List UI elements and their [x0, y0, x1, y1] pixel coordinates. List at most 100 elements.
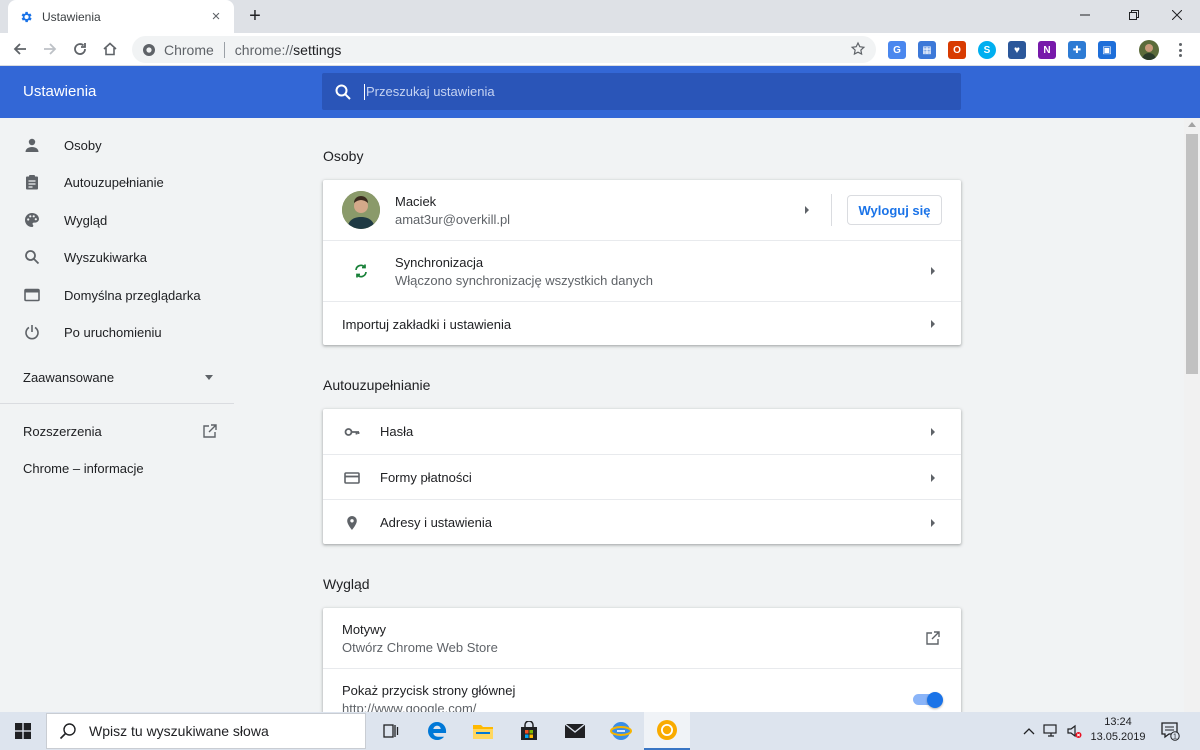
taskbar-search-box[interactable]: Wpisz tu wyszukiwane słowa	[46, 713, 366, 749]
sidebar-advanced-toggle[interactable]: Zaawansowane	[0, 360, 234, 394]
url-path: settings	[293, 41, 342, 58]
payments-row[interactable]: Formy płatności	[323, 454, 961, 499]
notification-count: 1	[1173, 734, 1177, 741]
site-name: Chrome	[164, 41, 214, 58]
web-clip-extension-icon[interactable]: ✚	[1068, 41, 1086, 59]
browser-tab-settings[interactable]: Ustawienia ×	[8, 0, 234, 33]
mail-icon[interactable]	[552, 712, 598, 750]
import-label: Importuj zakładki i ustawienia	[342, 317, 512, 332]
more-menu-icon[interactable]	[1172, 41, 1188, 59]
sync-row[interactable]: Synchronizacja Włączono synchronizację w…	[323, 240, 961, 301]
passwords-label: Hasła	[380, 424, 414, 439]
chevron-up-icon[interactable]	[1021, 723, 1037, 739]
sidebar-item-on-startup[interactable]: Po uruchomieniu	[0, 315, 234, 349]
new-tab-button[interactable]: +	[244, 5, 266, 27]
calendar-extension-icon[interactable]: ▦	[918, 41, 936, 59]
search-icon	[23, 248, 41, 266]
settings-search[interactable]	[322, 73, 961, 110]
forward-arrow-icon[interactable]	[38, 37, 62, 61]
grid-extension-icon[interactable]: ▣	[1098, 41, 1116, 59]
chrome-canary-icon[interactable]	[644, 712, 690, 750]
import-row[interactable]: Importuj zakładki i ustawienia	[323, 301, 961, 345]
credit-card-icon	[343, 469, 361, 487]
key-icon	[343, 423, 361, 441]
chevron-right-icon	[931, 474, 935, 482]
close-tab-icon[interactable]: ×	[208, 8, 224, 25]
search-icon	[59, 722, 77, 740]
search-icon	[334, 83, 352, 101]
volume-muted-icon[interactable]	[1066, 723, 1082, 739]
home-icon[interactable]	[98, 37, 122, 61]
pocket-extension-icon[interactable]: ♥	[1008, 41, 1026, 59]
sidebar-extensions-link[interactable]: Rozszerzenia	[23, 424, 102, 439]
home-button-toggle[interactable]	[913, 692, 943, 708]
home-button-url: http://www.google.com/	[342, 701, 477, 712]
home-button-title: Pokaż przycisk strony głównej	[342, 683, 516, 698]
addresses-label: Adresy i ustawienia	[380, 515, 492, 530]
passwords-row[interactable]: Hasła	[323, 409, 961, 454]
onenote-extension-icon[interactable]: N	[1038, 41, 1056, 59]
settings-main: Osoby Maciek amat3ur@overkill.pl Wyloguj…	[234, 118, 1184, 712]
sidebar-item-label: Osoby	[64, 137, 102, 153]
scrollbar-thumb[interactable]	[1186, 134, 1198, 374]
windows-start-button[interactable]	[0, 712, 46, 750]
scroll-up-arrow-icon[interactable]	[1188, 122, 1196, 127]
sidebar-item-label: Wygląd	[64, 212, 108, 228]
home-button-row: Pokaż przycisk strony głównej http://www…	[323, 668, 961, 712]
sidebar-item-search-engine[interactable]: Wyszukiwarka	[0, 240, 234, 274]
addresses-row[interactable]: Adresy i ustawienia	[323, 499, 961, 544]
bookmark-star-icon[interactable]	[850, 41, 866, 57]
chevron-right-icon[interactable]	[805, 206, 809, 214]
appearance-card: Motywy Otwórz Chrome Web Store Pokaż prz…	[323, 608, 961, 712]
autofill-card: Hasła Formy płatności Adresy i ustawieni…	[323, 409, 961, 544]
profile-avatar[interactable]	[1139, 40, 1159, 60]
sidebar-item-label: Po uruchomieniu	[64, 324, 162, 340]
sidebar-item-default-browser[interactable]: Domyślna przeglądarka	[0, 278, 234, 312]
file-explorer-icon[interactable]	[460, 712, 506, 750]
themes-row[interactable]: Motywy Otwórz Chrome Web Store	[323, 608, 961, 668]
minimize-button[interactable]	[1062, 0, 1108, 30]
back-arrow-icon[interactable]	[8, 37, 32, 61]
sidebar-divider	[0, 403, 234, 404]
advanced-label: Zaawansowane	[23, 370, 115, 385]
vertical-scrollbar[interactable]	[1184, 118, 1200, 712]
chevron-right-icon	[931, 320, 935, 328]
sync-subtitle: Włączono synchronizację wszystkich danyc…	[395, 273, 653, 288]
reload-icon[interactable]	[68, 37, 92, 61]
settings-header: Ustawienia	[0, 66, 1200, 118]
sidebar-item-autofill[interactable]: Autouzupełnianie	[0, 165, 234, 199]
restore-button[interactable]	[1111, 0, 1157, 30]
settings-search-input[interactable]	[366, 84, 926, 99]
network-icon[interactable]	[1043, 723, 1059, 739]
clock-time: 13:24	[1104, 716, 1132, 728]
close-window-button[interactable]	[1154, 0, 1200, 30]
sync-title: Synchronizacja	[395, 255, 484, 270]
notification-center-icon[interactable]: 1	[1160, 721, 1180, 741]
microsoft-store-icon[interactable]	[506, 712, 552, 750]
address-bar[interactable]: Chrome chrome://settings	[132, 36, 876, 63]
chevron-down-icon	[205, 375, 213, 380]
account-row[interactable]: Maciek amat3ur@overkill.pl Wyloguj się	[323, 180, 961, 240]
task-view-icon[interactable]	[368, 712, 414, 750]
browser-window-icon	[23, 286, 41, 304]
chevron-right-icon	[931, 519, 935, 527]
sidebar-item-appearance[interactable]: Wygląd	[0, 203, 234, 237]
external-link-icon[interactable]	[202, 423, 218, 439]
url-text: chrome://settings	[235, 42, 342, 58]
section-title-appearance: Wygląd	[323, 576, 370, 592]
sidebar-about-chrome-link[interactable]: Chrome – informacje	[23, 461, 144, 476]
section-title-autofill: Autouzupełnianie	[323, 377, 431, 393]
sidebar-item-label: Autouzupełnianie	[64, 174, 164, 190]
translate-extension-icon[interactable]: G	[888, 41, 906, 59]
external-link-icon[interactable]	[925, 630, 941, 646]
url-scheme: chrome://	[234, 41, 294, 58]
sidebar-item-people[interactable]: Osoby	[0, 128, 234, 162]
clipboard-icon	[23, 173, 41, 191]
skype-extension-icon[interactable]: S	[978, 41, 996, 59]
power-icon	[23, 323, 41, 341]
office-extension-icon[interactable]: O	[948, 41, 966, 59]
taskbar-clock[interactable]: 13:24 13.05.2019	[1090, 715, 1146, 745]
sign-out-button[interactable]: Wyloguj się	[847, 195, 942, 225]
edge-browser-icon[interactable]	[414, 712, 460, 750]
app-globe-icon[interactable]	[598, 712, 644, 750]
